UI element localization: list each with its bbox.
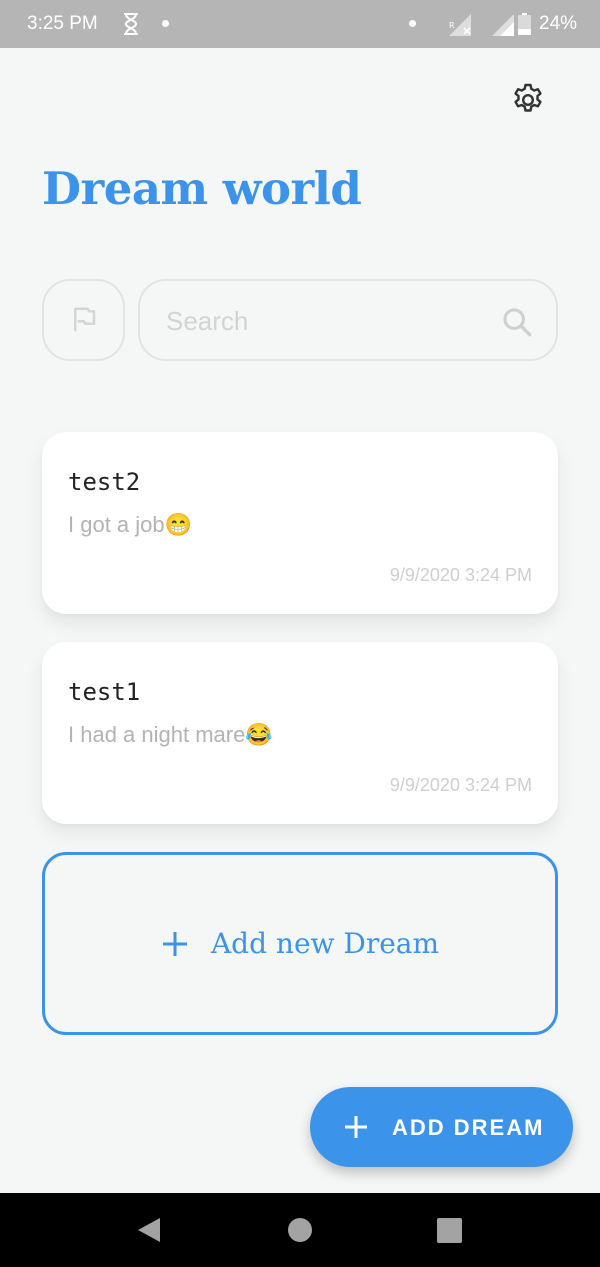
add-dream-button[interactable]: ADD DREAM [310, 1087, 573, 1167]
hourglass-icon [124, 13, 138, 35]
notification-dot-icon [162, 20, 169, 27]
plus-icon [162, 931, 187, 956]
home-icon[interactable] [288, 1218, 312, 1242]
settings-button[interactable] [508, 80, 548, 120]
add-new-dream-label: Add new Dream [210, 927, 440, 960]
dream-date: 9/9/2020 3:24 PM [389, 565, 532, 585]
add-new-dream-card[interactable]: Add new Dream [42, 852, 558, 1035]
signal-icon [492, 14, 514, 36]
gear-icon [514, 83, 542, 112]
dream-title: test2 [68, 468, 141, 496]
dream-description: I had a night mare😂 [68, 722, 273, 747]
battery-percent: 24% [539, 13, 578, 34]
search-input[interactable] [166, 301, 486, 341]
search-icon[interactable] [500, 305, 534, 339]
back-icon[interactable] [136, 1216, 162, 1244]
notification-dot-icon [409, 20, 416, 27]
recents-icon[interactable] [437, 1218, 462, 1243]
signal-roaming-icon: R [449, 14, 471, 36]
status-time: 3:25 PM [27, 13, 98, 34]
svg-text:R: R [449, 21, 455, 30]
filter-flag-button[interactable] [42, 279, 125, 361]
battery-icon [518, 13, 531, 35]
dream-date: 9/9/2020 3:24 PM [389, 775, 532, 795]
status-bar: 3:25 PM R 24% [0, 0, 600, 48]
search-bar [138, 279, 558, 361]
dream-card[interactable]: test1 I had a night mare😂 9/9/2020 3:24 … [42, 642, 558, 824]
flag-icon [73, 307, 95, 332]
dream-title: test1 [68, 678, 141, 706]
add-dream-label: ADD DREAM [392, 1115, 545, 1140]
page-title: Dream world [42, 162, 362, 215]
system-nav-bar [0, 1193, 600, 1267]
dream-card[interactable]: test2 I got a job😁 9/9/2020 3:24 PM [42, 432, 558, 614]
dream-description: I got a job😁 [68, 512, 193, 537]
plus-icon [345, 1116, 367, 1138]
